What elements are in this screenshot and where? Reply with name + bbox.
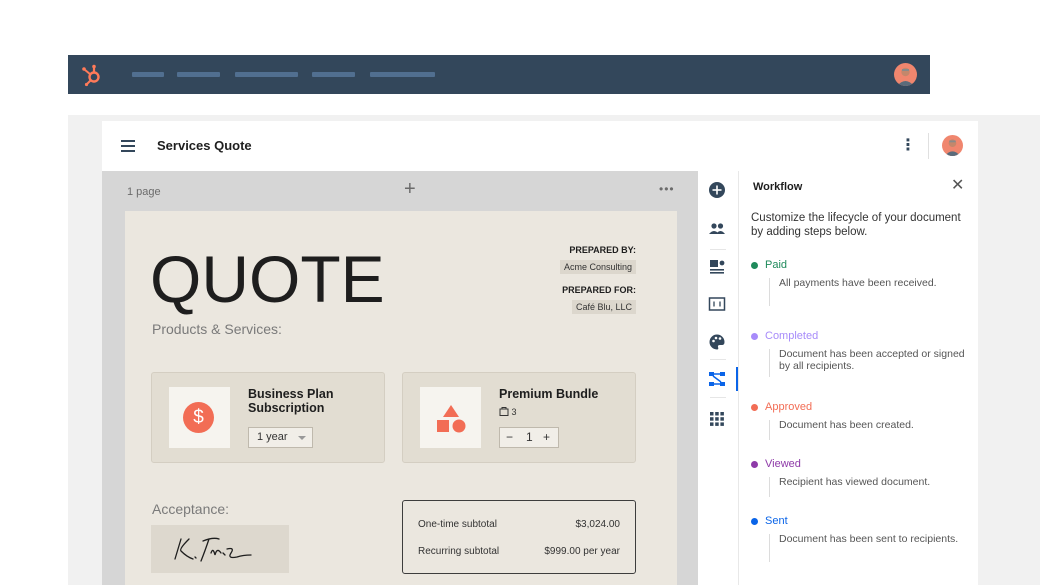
summary-row: One-time subtotal $3,024.00 xyxy=(418,519,620,530)
increment-button[interactable]: + xyxy=(543,430,550,444)
dollar-icon: $ xyxy=(183,402,214,433)
status-dot xyxy=(751,333,758,340)
step-description: Recipient has viewed document. xyxy=(779,476,969,488)
summary-row: Recurring subtotal $999.00 per year xyxy=(418,546,620,557)
person-icon xyxy=(894,63,917,86)
divider xyxy=(710,359,726,360)
embed-icon[interactable] xyxy=(708,295,726,313)
products-heading: Products & Services: xyxy=(152,321,282,337)
people-icon[interactable] xyxy=(708,220,726,238)
product-name: Business Plan Subscription xyxy=(248,387,378,415)
step-description: Document has been created. xyxy=(779,419,969,431)
step-connector xyxy=(769,349,770,377)
nav-item[interactable] xyxy=(235,72,298,77)
bundle-count: 3 xyxy=(499,406,517,417)
product-card-premium-bundle[interactable]: Premium Bundle 3 − 1 + xyxy=(402,372,636,463)
add-page-button[interactable]: + xyxy=(404,179,416,199)
divider xyxy=(710,397,726,398)
step-description: Document has been sent to recipients. xyxy=(779,533,969,545)
step-description: All payments have been received. xyxy=(779,277,969,289)
page-title: Services Quote xyxy=(157,138,252,153)
bag-icon xyxy=(499,406,509,416)
nav-item[interactable] xyxy=(370,72,435,77)
add-icon[interactable] xyxy=(708,181,726,199)
page-more-button[interactable]: ••• xyxy=(659,182,675,196)
quantity-stepper[interactable]: − 1 + xyxy=(499,427,559,448)
prepared-for-value[interactable]: Café Blu, LLC xyxy=(572,300,636,314)
shapes-icon xyxy=(420,387,481,448)
summary-label: One-time subtotal xyxy=(418,519,497,530)
status-dot xyxy=(751,262,758,269)
global-nav xyxy=(68,55,930,94)
step-connector xyxy=(769,278,770,306)
acceptance-heading: Acceptance: xyxy=(152,501,229,517)
step-connector xyxy=(769,534,770,562)
status-dot xyxy=(751,518,758,525)
product-name: Premium Bundle xyxy=(499,387,629,401)
hubspot-logo-icon[interactable] xyxy=(80,63,104,87)
workflow-step-sent[interactable]: Sent Document has been sent to recipient… xyxy=(751,515,971,575)
nav-item[interactable] xyxy=(177,72,220,77)
decrement-button[interactable]: − xyxy=(506,430,513,444)
product-thumbnail: $ xyxy=(169,387,230,448)
canvas-toolbar: 1 page + ••• xyxy=(102,171,698,211)
signature-field[interactable] xyxy=(151,525,289,573)
document-canvas: 1 page + ••• QUOTE PREPARED BY: Acme Con… xyxy=(102,171,698,585)
step-label: Completed xyxy=(765,330,818,342)
billing-term-value: 1 year xyxy=(257,431,288,443)
step-label: Approved xyxy=(765,401,812,413)
panel-intro: Customize the lifecycle of your document… xyxy=(751,211,966,239)
screen: Services Quote ⋮ 1 page + ••• QUOTE PREP… xyxy=(0,0,1040,585)
menu-icon[interactable] xyxy=(121,140,135,151)
workflow-step-paid[interactable]: Paid All payments have been received. xyxy=(751,259,971,319)
quote-document[interactable]: QUOTE PREPARED BY: Acme Consulting PREPA… xyxy=(125,211,677,585)
workflow-panel: Workflow ✕ Customize the lifecycle of yo… xyxy=(738,171,978,585)
user-avatar[interactable] xyxy=(894,63,917,86)
prepared-by-label: PREPARED BY: xyxy=(569,245,636,255)
step-label: Paid xyxy=(765,259,787,271)
divider xyxy=(928,133,929,159)
product-thumbnail xyxy=(420,387,481,448)
step-description: Document has been accepted or signed by … xyxy=(779,348,969,372)
summary-value: $3,024.00 xyxy=(576,519,621,530)
grid-icon[interactable] xyxy=(708,410,726,428)
more-options-icon[interactable]: ⋮ xyxy=(900,136,912,156)
workflow-icon[interactable] xyxy=(708,370,726,388)
quote-heading[interactable]: QUOTE xyxy=(150,239,385,319)
status-dot xyxy=(751,461,758,468)
quantity-value[interactable]: 1 xyxy=(526,430,533,444)
tool-rail xyxy=(698,171,738,585)
workflow-step-viewed[interactable]: Viewed Recipient has viewed document. xyxy=(751,458,971,506)
summary-value: $999.00 per year xyxy=(544,546,620,557)
prepared-for-label: PREPARED FOR: xyxy=(562,285,636,295)
nav-item[interactable] xyxy=(132,72,164,77)
chevron-down-icon xyxy=(298,436,306,440)
bundle-count-value: 3 xyxy=(512,407,517,417)
quote-editor: Services Quote ⋮ 1 page + ••• QUOTE PREP… xyxy=(102,121,978,585)
step-label: Sent xyxy=(765,515,788,527)
step-connector xyxy=(769,477,770,497)
workflow-step-approved[interactable]: Approved Document has been created. xyxy=(751,401,971,449)
close-icon[interactable]: ✕ xyxy=(951,177,964,195)
page-count: 1 page xyxy=(127,186,161,198)
layout-icon[interactable] xyxy=(708,258,726,276)
signature-image xyxy=(151,525,289,573)
status-dot xyxy=(751,404,758,411)
product-card-business-plan[interactable]: $ Business Plan Subscription 1 year xyxy=(151,372,385,463)
prepared-by-value[interactable]: Acme Consulting xyxy=(560,260,636,274)
workflow-step-completed[interactable]: Completed Document has been accepted or … xyxy=(751,330,971,390)
person-icon xyxy=(942,135,963,156)
nav-item[interactable] xyxy=(312,72,355,77)
user-avatar[interactable] xyxy=(942,135,963,156)
step-connector xyxy=(769,420,770,440)
palette-icon[interactable] xyxy=(708,333,726,351)
billing-term-select[interactable]: 1 year xyxy=(248,427,313,448)
summary-label: Recurring subtotal xyxy=(418,546,499,557)
editor-header: Services Quote ⋮ xyxy=(102,121,978,171)
panel-title: Workflow xyxy=(753,181,802,193)
totals-summary[interactable]: One-time subtotal $3,024.00 Recurring su… xyxy=(402,500,636,574)
divider xyxy=(710,249,726,250)
step-label: Viewed xyxy=(765,458,801,470)
